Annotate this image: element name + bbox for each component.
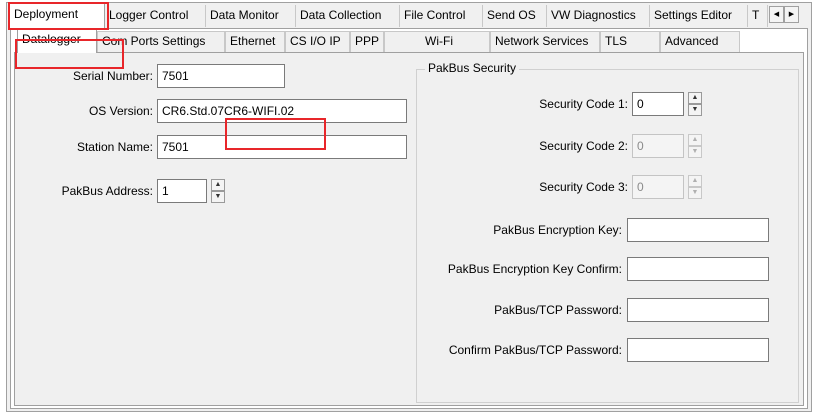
tab-truncated[interactable]: T <box>748 5 768 27</box>
station-name-field[interactable]: 7501 <box>157 135 407 159</box>
tab-cs-io-ip[interactable]: CS I/O IP <box>285 31 350 52</box>
security-code-2-label: Security Code 2: <box>539 139 628 153</box>
tab-settings-editor[interactable]: Settings Editor <box>650 5 748 27</box>
tab-ethernet[interactable]: Ethernet <box>225 31 285 52</box>
pakbus-address-label: PakBus Address: <box>61 184 153 198</box>
tab-advanced[interactable]: Advanced <box>660 31 740 52</box>
tab-scroll-left-button[interactable]: ◀ <box>769 6 784 23</box>
chevron-down-icon[interactable]: ▼ <box>688 104 702 116</box>
chevron-up-icon[interactable]: ▲ <box>211 179 225 191</box>
pakbus-address-stepper[interactable]: ▲ ▼ <box>211 179 225 203</box>
security-code-1-field[interactable]: 0 <box>632 92 684 116</box>
security-code-2-stepper: ▲ ▼ <box>688 134 702 158</box>
security-code-1-stepper[interactable]: ▲ ▼ <box>688 92 702 116</box>
chevron-up-icon[interactable]: ▲ <box>688 92 702 104</box>
security-code-2-field: 0 <box>632 134 684 158</box>
pakbus-encryption-key-label: PakBus Encryption Key: <box>493 223 622 237</box>
pakbus-security-title: PakBus Security <box>425 61 520 75</box>
confirm-pakbus-tcp-password-field[interactable] <box>627 338 769 362</box>
tab-send-os[interactable]: Send OS <box>483 5 547 27</box>
tab-datalogger[interactable]: Datalogger <box>17 29 97 53</box>
station-name-label: Station Name: <box>76 140 153 154</box>
security-code-3-stepper: ▲ ▼ <box>688 175 702 199</box>
tab-file-control[interactable]: File Control <box>400 5 483 27</box>
os-version-field[interactable]: CR6.Std.07CR6-WIFI.02 <box>157 99 407 123</box>
security-code-1-label: Security Code 1: <box>539 97 628 111</box>
serial-number-field[interactable]: 7501 <box>157 64 285 88</box>
tab-vw-diagnostics[interactable]: VW Diagnostics <box>547 5 650 27</box>
os-version-value: CR6.Std.07 <box>162 104 225 118</box>
tab-data-monitor[interactable]: Data Monitor <box>206 5 296 27</box>
pakbus-tcp-password-label: PakBus/TCP Password: <box>494 303 622 317</box>
pakbus-encryption-key-field[interactable] <box>627 218 769 242</box>
tab-data-collection[interactable]: Data Collection <box>296 5 400 27</box>
chevron-down-icon: ▼ <box>688 187 702 199</box>
datalogger-page: Serial Number: 7501 OS Version: CR6.Std.… <box>14 52 804 406</box>
os-version-suffix: CR6-WIFI.02 <box>224 104 295 118</box>
tab-deployment[interactable]: Deployment <box>9 3 105 29</box>
tab-ppp[interactable]: PPP <box>350 31 384 52</box>
tab-logger-control[interactable]: Logger Control <box>105 5 206 27</box>
tab-com-ports-settings[interactable]: Com Ports Settings <box>97 31 225 52</box>
pakbus-encryption-key-confirm-label: PakBus Encryption Key Confirm: <box>447 262 622 276</box>
pakbus-encryption-key-confirm-field[interactable] <box>627 257 769 281</box>
security-code-3-label: Security Code 3: <box>539 180 628 194</box>
settings-window: Deployment Logger Control Data Monitor D… <box>6 2 812 412</box>
deployment-page: Datalogger Com Ports Settings Ethernet C… <box>10 28 808 409</box>
pakbus-tcp-password-field[interactable] <box>627 298 769 322</box>
tab-wi-fi[interactable]: Wi-Fi <box>384 31 490 52</box>
os-version-label: OS Version: <box>88 104 153 118</box>
chevron-up-icon: ▲ <box>688 134 702 146</box>
tab-network-services[interactable]: Network Services <box>490 31 600 52</box>
pakbus-address-field[interactable]: 1 <box>157 179 207 203</box>
serial-number-label: Serial Number: <box>72 69 153 83</box>
tab-scroll-right-button[interactable]: ▶ <box>784 6 799 23</box>
chevron-down-icon[interactable]: ▼ <box>211 191 225 203</box>
chevron-down-icon: ▼ <box>688 146 702 158</box>
confirm-pakbus-tcp-password-label: Confirm PakBus/TCP Password: <box>448 343 622 357</box>
tab-tls[interactable]: TLS <box>600 31 660 52</box>
chevron-up-icon: ▲ <box>688 175 702 187</box>
security-code-3-field: 0 <box>632 175 684 199</box>
